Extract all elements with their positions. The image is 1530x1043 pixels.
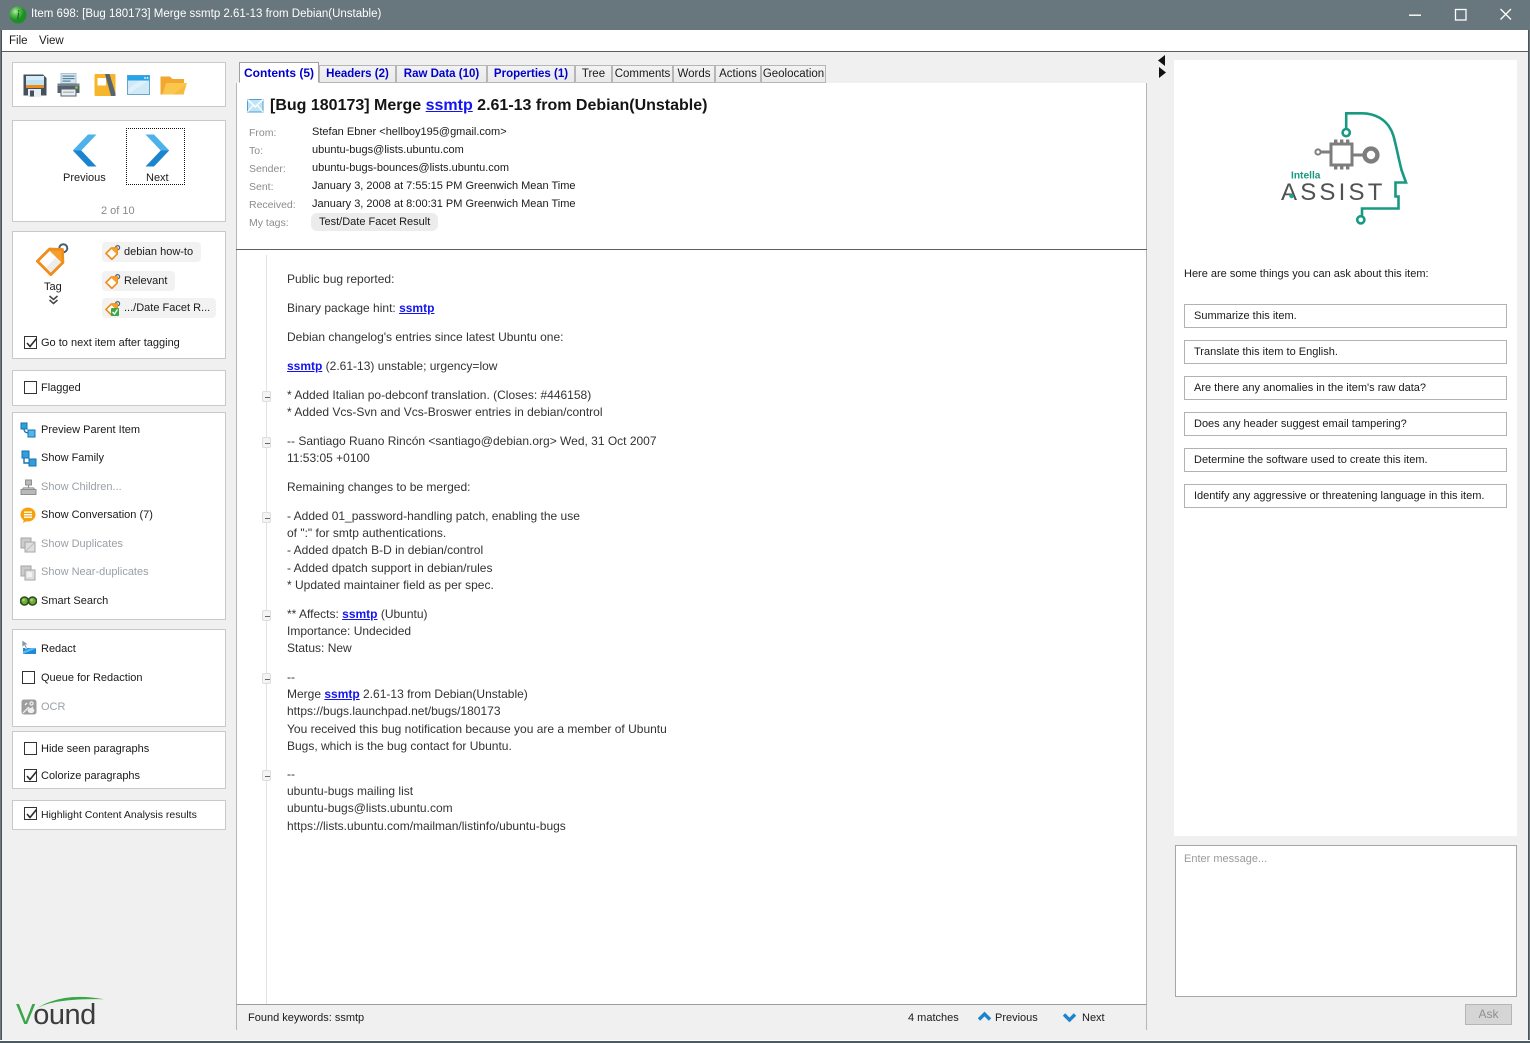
svg-text:ASSIST: ASSIST [1281,179,1386,206]
